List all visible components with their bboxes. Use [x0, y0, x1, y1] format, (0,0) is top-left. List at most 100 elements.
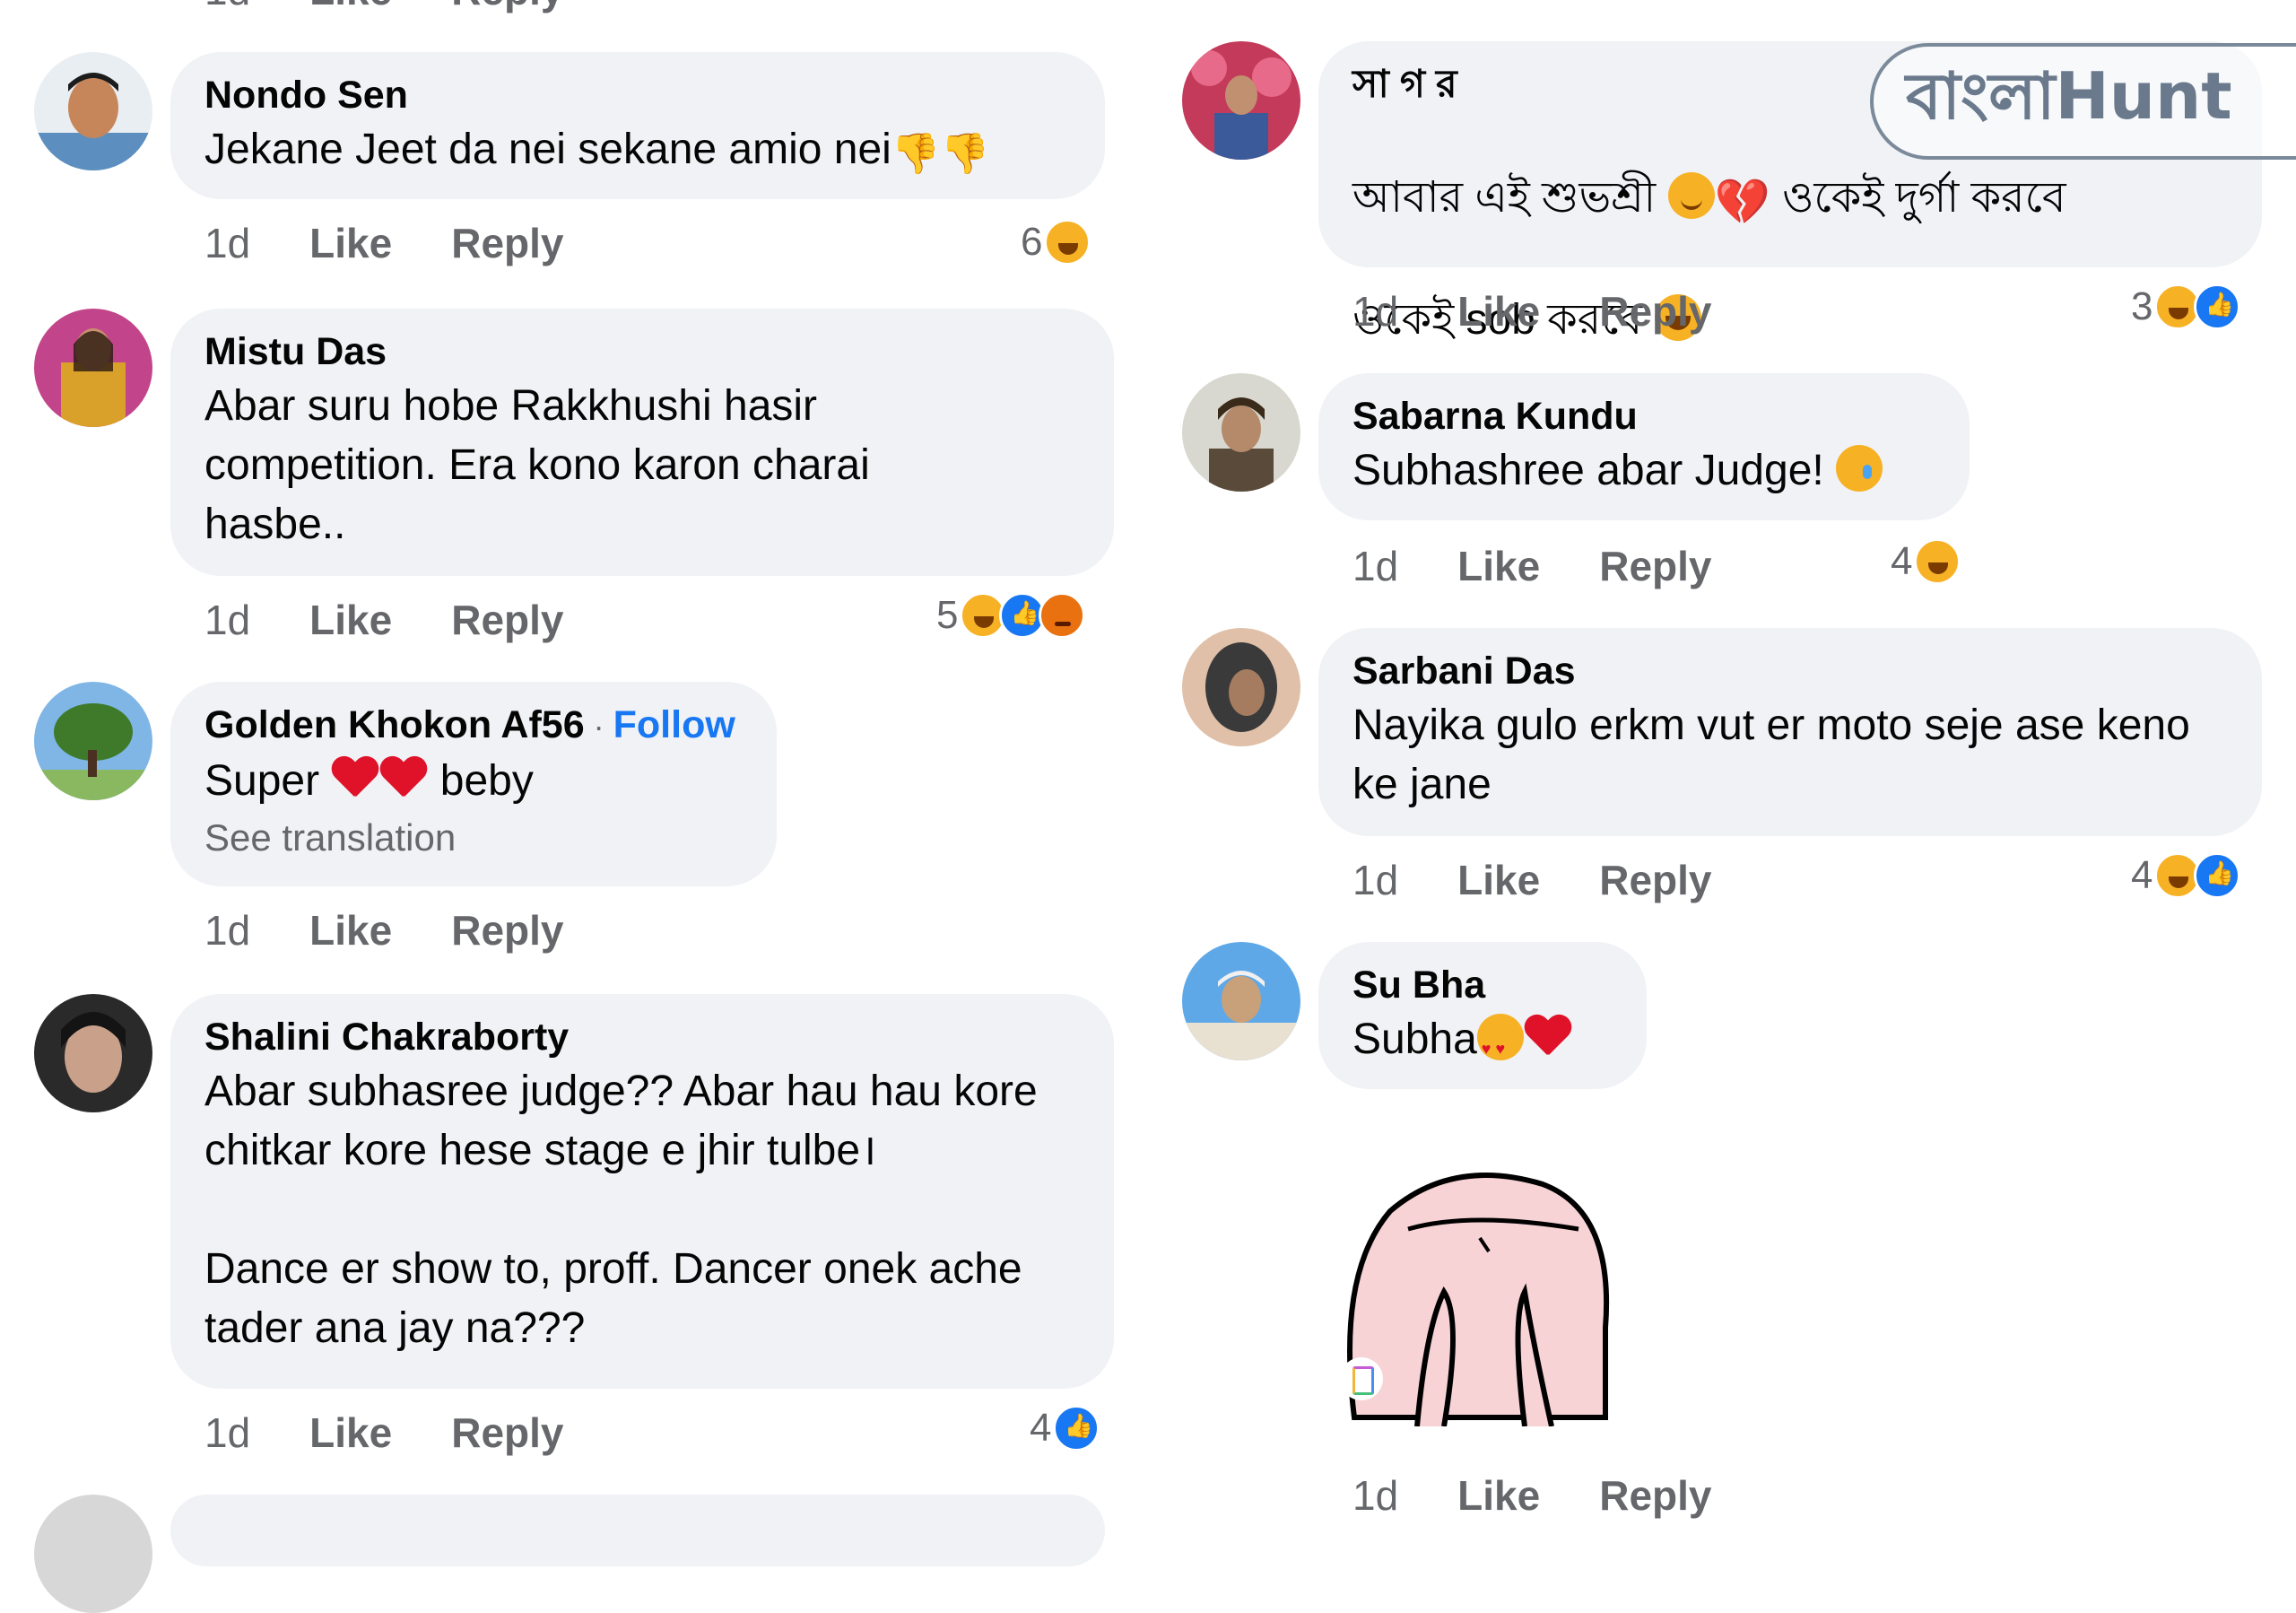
avatar[interactable]: [34, 994, 152, 1112]
comment-text: Abar suru hobe Rakkhushi hasir competiti…: [204, 382, 870, 548]
reaction-summary[interactable]: 4: [1030, 1405, 1100, 1452]
name-separator: ·: [593, 708, 604, 745]
like-button[interactable]: Like: [1457, 856, 1540, 904]
avatar[interactable]: [1182, 41, 1300, 160]
reaction-count: 5: [936, 593, 959, 637]
avatar[interactable]: [34, 682, 152, 800]
comment-actions: 1d Like Reply: [204, 1408, 563, 1457]
comment-bubble: Sarbani Das Nayika gulo erkm vut er moto…: [1318, 628, 2262, 836]
comment-time: 1d: [1352, 857, 1399, 903]
sticker-image[interactable]: [1336, 1166, 1641, 1426]
reaction-count: 3: [2131, 284, 2153, 328]
comment-time: 1d: [1352, 543, 1399, 589]
reaction-count: 6: [1021, 220, 1043, 264]
comment-text: Nayika gulo erkm vut er moto seje ase ke…: [1352, 702, 2190, 808]
avatar-partial[interactable]: [34, 1495, 152, 1613]
reaction-count: 4: [1030, 1406, 1052, 1450]
like-button[interactable]: Like: [1457, 1471, 1540, 1520]
comment-actions: 1d Like Reply: [204, 906, 563, 955]
heart-icon: [379, 757, 428, 800]
comment-bubble: Golden Khokon Af56 · Follow Super beby See…: [170, 682, 777, 886]
comment-time: 1d: [204, 597, 251, 643]
comment-bubble: Mistu Das Abar suru hobe Rakkhushi hasir…: [170, 309, 1114, 576]
reaction-summary[interactable]: 4: [2131, 852, 2241, 899]
comment-bubble: Sabarna Kundu Subhashree abar Judge!: [1318, 373, 1970, 520]
comment-actions: 1d Like Reply: [1352, 856, 1711, 904]
comment-actions: 1d Like Reply: [1352, 287, 1711, 336]
comment-actions-partial: 1dLikeReply: [204, 0, 563, 14]
like-button[interactable]: Like: [309, 906, 392, 955]
see-translation-link[interactable]: See translation: [204, 811, 744, 865]
haha-reaction-icon: [1914, 538, 1961, 585]
reaction-summary[interactable]: 6: [1021, 219, 1091, 266]
comment-text: Subhashree abar Judge!: [1352, 441, 1937, 501]
reaction-summary[interactable]: 4: [1891, 538, 1961, 585]
profile-photo: [34, 682, 152, 800]
reply-button[interactable]: Reply: [1599, 856, 1711, 904]
avatar[interactable]: [1182, 942, 1300, 1060]
comment-text: Subha: [1352, 1010, 1614, 1078]
commenter-name[interactable]: Sarbani Das: [1352, 646, 2230, 696]
comment-text: Jekane Jeet da nei sekane amio nei👎👎: [204, 120, 1073, 184]
thumbs-down-icon: 👎👎: [891, 132, 990, 176]
reply-button[interactable]: Reply: [1599, 542, 1711, 590]
comment-time: 1d: [1352, 1472, 1399, 1519]
comment-time: 1d: [1352, 288, 1399, 335]
comment-text: Super beby: [204, 757, 534, 805]
like-button[interactable]: Like: [1457, 287, 1540, 336]
like-reaction-icon: [2194, 852, 2241, 899]
profile-photo: [34, 309, 152, 427]
like-button[interactable]: Like: [309, 596, 392, 644]
heart-icon: [1524, 1016, 1572, 1059]
reaction-count: 4: [1891, 539, 1913, 583]
comment-time: 1d: [204, 907, 251, 954]
commenter-name[interactable]: Nondo Sen: [204, 70, 1073, 120]
avatar[interactable]: [1182, 628, 1300, 746]
commenter-name[interactable]: Su Bha: [1352, 960, 1614, 1010]
smile-emoji-icon: [1667, 172, 1715, 219]
reply-button[interactable]: Reply: [1599, 287, 1711, 336]
avatar[interactable]: [34, 52, 152, 170]
follow-button[interactable]: Follow: [613, 703, 735, 746]
reply-button[interactable]: Reply: [451, 596, 563, 644]
reaction-summary[interactable]: 3: [2131, 283, 2241, 330]
commenter-name[interactable]: Shalini Chakraborty: [204, 1012, 1082, 1062]
heart-eyes-emoji-icon: [1476, 1014, 1524, 1078]
reply-button[interactable]: Reply: [1599, 1471, 1711, 1520]
comment-bubble: Nondo Sen Jekane Jeet da nei sekane amio…: [170, 52, 1105, 199]
commenter-name[interactable]: Mistu Das: [204, 327, 1082, 377]
profile-photo: [1182, 942, 1300, 1060]
avatar[interactable]: [1182, 373, 1300, 492]
profile-photo: [34, 52, 152, 170]
comment-time: 1d: [204, 220, 251, 266]
commenter-name[interactable]: Golden Khokon Af56: [204, 703, 585, 746]
avatar[interactable]: [34, 309, 152, 427]
comment-actions: 1d Like Reply: [1352, 542, 1711, 590]
heart-icon: [331, 757, 379, 800]
commenter-name-row: Golden Khokon Af56 · Follow: [204, 700, 744, 752]
reply-button[interactable]: Reply: [451, 219, 563, 267]
sticker-file-icon: [1342, 1359, 1381, 1399]
profile-photo: [1182, 41, 1300, 160]
comment-actions: 1d Like Reply: [204, 596, 563, 644]
like-button[interactable]: Like: [1457, 542, 1540, 590]
comment-actions: 1d Like Reply: [1352, 1471, 1711, 1520]
like-reaction-icon: [2194, 283, 2241, 330]
sad-tear-emoji-icon: [1836, 445, 1883, 492]
comment-bubble: Su Bha Subha: [1318, 942, 1647, 1089]
reply-button[interactable]: Reply: [451, 906, 563, 955]
broken-heart-icon: 💔: [1714, 177, 1770, 227]
like-button[interactable]: Like: [309, 1408, 392, 1457]
haha-reaction-icon: [1044, 219, 1091, 266]
comment-text: Abar subhasree judge?? Abar hau hau kore…: [204, 1068, 1038, 1352]
watermark-logo: বাংলাHunt: [1870, 43, 2296, 160]
reply-button[interactable]: Reply: [451, 1408, 563, 1457]
like-button[interactable]: Like: [309, 219, 392, 267]
like-reaction-icon: [1053, 1405, 1100, 1452]
comment-actions: 1d Like Reply: [204, 219, 563, 267]
reaction-summary[interactable]: 5: [936, 592, 1086, 639]
profile-photo: [1182, 628, 1300, 746]
commenter-name[interactable]: Sabarna Kundu: [1352, 391, 1937, 441]
profile-photo: [1182, 373, 1300, 492]
reaction-count: 4: [2131, 853, 2153, 897]
